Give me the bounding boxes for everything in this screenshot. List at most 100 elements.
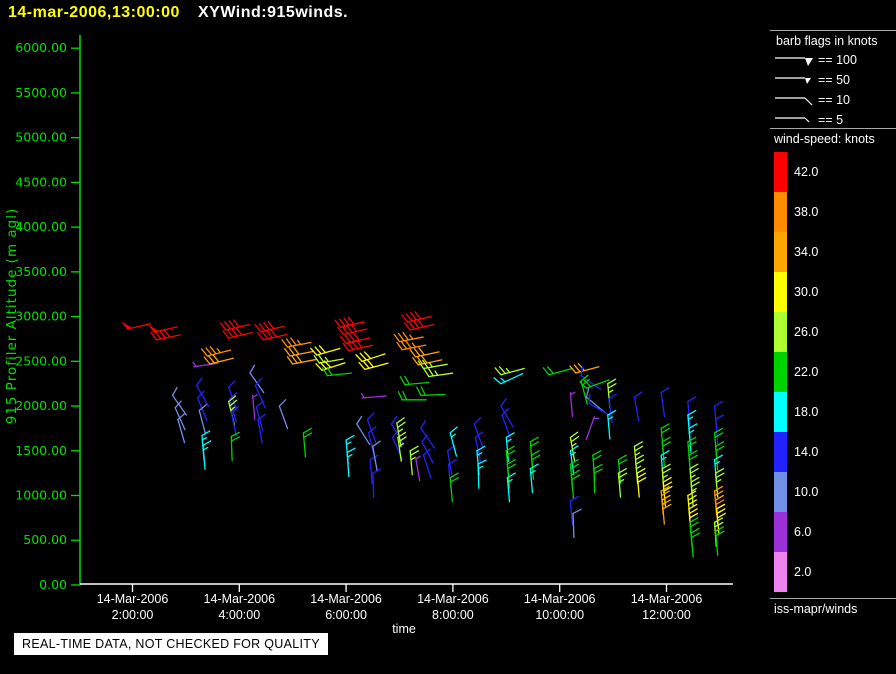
wind-barb [617,468,628,498]
wind-barb [473,416,484,448]
colorbar-row: 10.0 [774,472,818,512]
wind-barb [360,392,387,399]
colorbar-swatch [774,312,787,352]
colorbar-value-label: 6.0 [794,525,812,539]
wind-barb [230,431,241,462]
wind-barb [569,363,600,374]
wind-barb [121,321,152,330]
x-tick-time-label: 10:00:00 [535,608,584,622]
colorbar-value-label: 26.0 [794,325,819,339]
colorbar-row: 30.0 [774,272,818,312]
wind-barb [334,316,365,328]
barb-flags-legend-title: barb flags in knots [776,34,878,48]
colorbar-swatch [774,232,787,272]
legend-divider-top [770,30,896,31]
wind-barb [150,329,181,341]
colorbar-row: 18.0 [774,392,818,432]
barb-legend-label: == 5 [818,113,844,127]
legend-divider-bottom [770,598,896,599]
y-axis-title: 915 Profiler Altitude (m agl) [4,208,20,425]
wind-barb [396,340,427,351]
x-tick-date-label: 14-Mar-2006 [631,592,703,606]
wind-barb [416,386,446,396]
wind-speed-colorbar: 42.0 38.0 34.0 30.0 26.0 22.0 18.0 14.0 10.0 6.0 2… [774,152,818,592]
wind-barb [255,400,264,431]
y-tick-label: 4500.00 [15,174,67,189]
colorbar-swatch [774,392,787,432]
colorbar-row: 38.0 [774,192,818,232]
colorbar-value-label: 30.0 [794,285,819,299]
colorbar-value-label: 10.0 [794,485,819,499]
wind-barb [284,346,315,357]
wind-barb [500,398,514,428]
y-tick-label: 4000.00 [15,219,67,234]
wind-barb [171,386,187,416]
wind-barb [412,355,443,366]
wind-barb [257,329,288,341]
wind-barb [660,387,670,418]
wind-barb [690,527,700,558]
colorbar-row: 26.0 [774,312,818,352]
y-tick-label: 0.00 [39,577,67,592]
colorbar-swatch [774,512,787,552]
wind-barb [399,375,430,386]
legend-divider-middle [770,128,896,129]
y-tick-label: 3500.00 [15,264,67,279]
x-tick-time-label: 4:00:00 [218,608,260,622]
colorbar-row: 42.0 [774,152,818,192]
wind-barb [147,324,178,333]
colorbar-swatch [774,272,787,312]
wind-barb [449,426,458,457]
x-tick-time-label: 12:00:00 [642,608,691,622]
x-tick-time-label: 8:00:00 [432,608,474,622]
wind-barb [506,472,516,503]
barb-legend-label: == 100 [818,53,857,67]
wind-barb [501,407,511,439]
wind-barb [423,367,454,378]
wind-barb-layer [121,311,726,558]
y-tick-label: 2500.00 [15,353,67,368]
wind-barb [449,472,460,503]
wind-barb [661,494,672,525]
y-tick-label: 1000.00 [15,488,67,503]
wind-barb [585,416,600,441]
wind-barb [569,391,576,418]
barb-10-icon [775,97,813,106]
colorbar-swatch [774,552,787,592]
wind-barb [409,347,440,358]
wind-barb [414,455,421,482]
colorbar-value-label: 34.0 [794,245,819,259]
wind-barb [222,327,253,339]
colorbar-swatch [774,472,787,512]
wind-barb [315,360,346,371]
quality-warning-banner: REAL-TIME DATA, NOT CHECKED FOR QUALITY [14,633,328,655]
y-tick-label: 2000.00 [15,398,67,413]
wind-barb [281,337,312,348]
wind-barb [342,339,373,352]
flag-100-icon [775,57,813,66]
wind-barb [403,319,435,331]
wind-barb [346,447,356,478]
wind-barb [493,372,524,385]
y-tick-label: 1500.00 [15,443,67,458]
x-tick-date-label: 14-Mar-2006 [204,592,276,606]
wind-barb [203,354,234,365]
wind-barb [393,332,424,343]
y-tick-label: 5000.00 [15,130,67,145]
wind-barb [254,321,285,333]
flag-50-icon [775,77,811,84]
wind-barb [529,463,539,494]
x-tick-time-label: 6:00:00 [325,608,367,622]
wind-barb [542,366,573,376]
barb-legend-row: == 100 [774,50,857,70]
colorbar-swatch [774,152,787,192]
barb-legend-row: == 10 [774,90,857,110]
barb-legend-row: == 5 [774,110,857,130]
wind-barb [372,468,382,498]
x-tick-date-label: 14-Mar-2006 [524,592,596,606]
x-tick-date-label: 14-Mar-2006 [97,592,169,606]
wind-barb [358,359,389,371]
wind-barb [337,323,368,336]
wind-barb [202,440,212,470]
colorbar-value-label: 14.0 [794,445,819,459]
